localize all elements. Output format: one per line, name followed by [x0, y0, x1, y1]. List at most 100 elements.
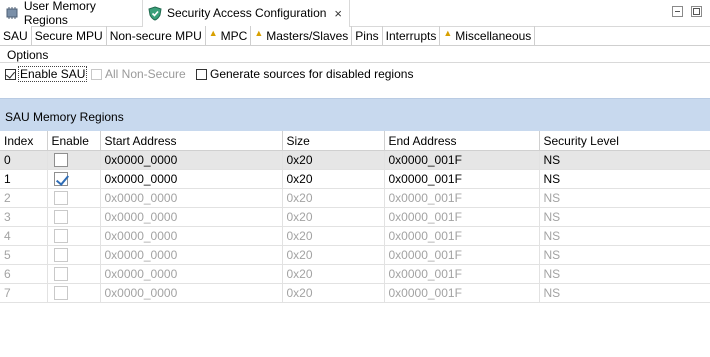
start-address-cell[interactable]: 0x0000_0000 [100, 150, 283, 170]
table-row[interactable]: 1 0x0000_0000 0x20 0x0000_001F NS [0, 169, 710, 189]
table-row[interactable]: 5 0x0000_0000 0x20 0x0000_001F NS [0, 245, 710, 265]
index-cell[interactable]: 2 [0, 188, 48, 208]
enable-checkbox[interactable] [53, 172, 68, 187]
size-cell[interactable]: 0x20 [282, 207, 385, 227]
enable-checkbox[interactable] [53, 210, 68, 225]
table-row[interactable]: 7 0x0000_0000 0x20 0x0000_001F NS [0, 283, 710, 303]
warning-icon: ▲ [254, 27, 264, 38]
tab-interrupts[interactable]: Interrupts [383, 26, 441, 45]
enable-sau-option[interactable]: Enable SAU [5, 66, 88, 82]
table-row[interactable]: 6 0x0000_0000 0x20 0x0000_001F NS [0, 264, 710, 284]
sau-memory-regions-header: SAU Memory Regions [0, 98, 710, 132]
table-row[interactable]: 2 0x0000_0000 0x20 0x0000_001F NS [0, 188, 710, 208]
security-level-cell[interactable]: NS [539, 188, 710, 208]
end-address-cell[interactable]: 0x0000_001F [384, 188, 540, 208]
size-cell[interactable]: 0x20 [282, 245, 385, 265]
all-non-secure-checkbox[interactable] [91, 68, 102, 80]
start-address-cell[interactable]: 0x0000_0000 [100, 245, 283, 265]
start-address-cell[interactable]: 0x0000_0000 [100, 188, 283, 208]
enable-cell [47, 226, 101, 246]
start-address-cell[interactable]: 0x0000_0000 [100, 283, 283, 303]
tab-label: Interrupts [385, 28, 437, 43]
security-level-cell[interactable]: NS [539, 226, 710, 246]
tab-sau[interactable]: SAU [0, 26, 32, 45]
tab-pins[interactable]: Pins [352, 26, 383, 45]
index-cell[interactable]: 0 [0, 150, 48, 170]
enable-cell [47, 188, 101, 208]
table-header-row: Index Enable Start Address Size End Addr… [0, 131, 710, 151]
tab-user-memory-regions[interactable]: User Memory Regions [0, 0, 142, 27]
end-address-cell[interactable]: 0x0000_001F [384, 264, 540, 284]
end-address-cell[interactable]: 0x0000_001F [384, 245, 540, 265]
table-row[interactable]: 0 0x0000_0000 0x20 0x0000_001F NS [0, 150, 710, 170]
start-address-cell[interactable]: 0x0000_0000 [100, 169, 283, 189]
index-cell[interactable]: 6 [0, 264, 48, 284]
table-row[interactable]: 3 0x0000_0000 0x20 0x0000_001F NS [0, 207, 710, 227]
column-header-index[interactable]: Index [0, 131, 48, 151]
security-level-cell[interactable]: NS [539, 264, 710, 284]
column-header-size[interactable]: Size [282, 131, 385, 151]
tab-masters-slaves[interactable]: ▲ Masters/Slaves [251, 26, 353, 45]
start-address-cell[interactable]: 0x0000_0000 [100, 226, 283, 246]
start-address-cell[interactable]: 0x0000_0000 [100, 264, 283, 284]
end-address-cell[interactable]: 0x0000_001F [384, 169, 540, 189]
security-level-cell[interactable]: NS [539, 207, 710, 227]
index-cell[interactable]: 1 [0, 169, 48, 189]
column-header-start-address[interactable]: Start Address [100, 131, 283, 151]
size-cell[interactable]: 0x20 [282, 188, 385, 208]
window-controls [672, 6, 702, 17]
enable-checkbox[interactable] [53, 286, 68, 301]
security-level-cell[interactable]: NS [539, 150, 710, 170]
size-cell[interactable]: 0x20 [282, 169, 385, 189]
generate-sources-checkbox[interactable] [196, 68, 207, 80]
security-level-cell[interactable]: NS [539, 283, 710, 303]
security-level-cell[interactable]: NS [539, 245, 710, 265]
end-address-cell[interactable]: 0x0000_001F [384, 150, 540, 170]
end-address-cell[interactable]: 0x0000_001F [384, 283, 540, 303]
size-cell[interactable]: 0x20 [282, 150, 385, 170]
column-header-enable[interactable]: Enable [47, 131, 101, 151]
enable-cell [47, 207, 101, 227]
tab-secure-mpu[interactable]: Secure MPU [32, 26, 107, 45]
page-tab-bar: SAU Secure MPU Non-secure MPU ▲ MPC ▲ Mast… [0, 26, 710, 46]
tab-mpc[interactable]: ▲ MPC [206, 26, 252, 45]
enable-cell [47, 245, 101, 265]
tab-label: Pins [355, 28, 379, 43]
index-cell[interactable]: 3 [0, 207, 48, 227]
enable-checkbox[interactable] [53, 229, 68, 244]
enable-cell [47, 264, 101, 284]
tab-label: Security Access Configuration [167, 6, 327, 20]
start-address-cell[interactable]: 0x0000_0000 [100, 207, 283, 227]
tab-miscellaneous[interactable]: ▲ Miscellaneous [440, 26, 536, 45]
index-cell[interactable]: 7 [0, 283, 48, 303]
section-title: SAU Memory Regions [5, 110, 124, 124]
end-address-cell[interactable]: 0x0000_001F [384, 226, 540, 246]
tab-label: MPC [220, 28, 248, 43]
minimize-icon[interactable] [672, 6, 683, 17]
enable-checkbox[interactable] [53, 267, 68, 282]
tab-label: Non-secure MPU [109, 28, 202, 43]
enable-checkbox[interactable] [53, 153, 68, 168]
tab-non-secure-mpu[interactable]: Non-secure MPU [107, 26, 206, 45]
enable-checkbox[interactable] [53, 191, 68, 206]
size-cell[interactable]: 0x20 [282, 283, 385, 303]
close-icon[interactable]: × [334, 6, 342, 21]
index-cell[interactable]: 4 [0, 226, 48, 246]
security-level-cell[interactable]: NS [539, 169, 710, 189]
table-row[interactable]: 4 0x0000_0000 0x20 0x0000_001F NS [0, 226, 710, 246]
all-non-secure-option[interactable]: All Non-Secure [91, 66, 186, 82]
enable-sau-checkbox[interactable] [5, 68, 16, 80]
generate-sources-option[interactable]: Generate sources for disabled regions [196, 66, 413, 82]
maximize-icon[interactable] [691, 6, 702, 17]
size-cell[interactable]: 0x20 [282, 226, 385, 246]
options-group-title: Options [7, 48, 49, 62]
column-header-end-address[interactable]: End Address [384, 131, 540, 151]
end-address-cell[interactable]: 0x0000_001F [384, 207, 540, 227]
column-header-security-level[interactable]: Security Level [539, 131, 710, 151]
index-cell[interactable]: 5 [0, 245, 48, 265]
warning-icon: ▲ [208, 27, 218, 38]
tab-label: SAU [3, 28, 28, 43]
size-cell[interactable]: 0x20 [282, 264, 385, 284]
enable-checkbox[interactable] [53, 248, 68, 263]
tab-security-access-configuration[interactable]: Security Access Configuration × [142, 0, 350, 27]
